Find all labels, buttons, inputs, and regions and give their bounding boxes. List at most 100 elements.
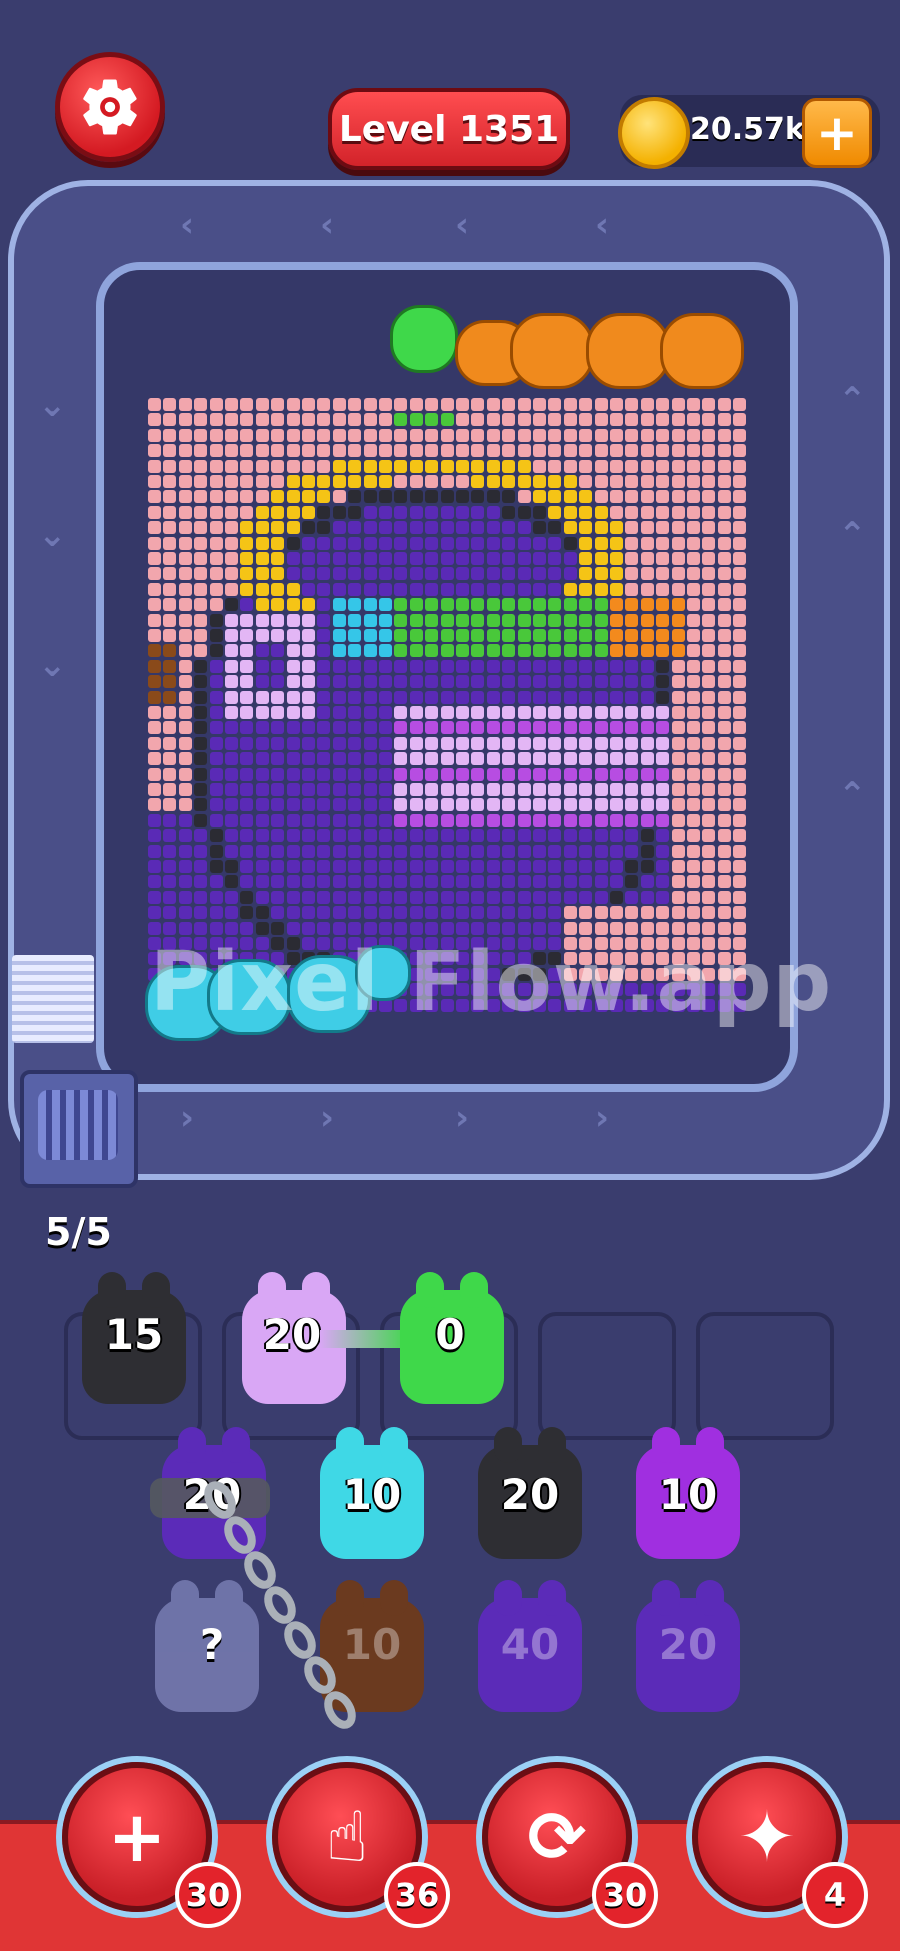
pixel-block [548, 521, 562, 535]
pixel-block [456, 536, 469, 550]
pixel-block [178, 659, 192, 673]
pixel-block [209, 706, 223, 719]
pixel-block [425, 752, 439, 766]
pixel-block [517, 906, 531, 920]
pixel-block [456, 798, 469, 812]
pixel-block [625, 875, 639, 889]
pixel-block [733, 398, 747, 411]
pixel-block [579, 721, 593, 735]
pixel-block [548, 536, 562, 550]
pixel-block [271, 644, 285, 658]
settings-button[interactable] [55, 52, 165, 162]
pixel-block [733, 567, 747, 581]
pixel-block [332, 505, 346, 519]
pixel-block [440, 798, 454, 812]
pixel-block [502, 459, 516, 473]
pixel-block [148, 783, 161, 796]
pixel-block [717, 629, 731, 642]
pixel-block [563, 783, 577, 796]
pixel-block [563, 736, 577, 750]
pixel-block [486, 844, 500, 858]
pixel-block [225, 629, 238, 642]
pixel-block [502, 521, 516, 535]
pixel-block [379, 813, 392, 827]
pixel-block [517, 890, 531, 904]
pixel-block [502, 398, 516, 411]
pixel-block [563, 536, 577, 550]
pixel-block [640, 813, 654, 827]
pixel-block [733, 613, 747, 627]
pixel-block [625, 567, 639, 581]
pixel-block [687, 567, 700, 581]
pixel-block [409, 860, 423, 873]
pixel-block [471, 613, 485, 627]
pixel-block [687, 721, 700, 735]
pixel-block [255, 413, 269, 427]
pixel-block [671, 567, 685, 581]
pixel-block [425, 490, 439, 504]
pixel-block [702, 690, 716, 704]
pixel-block [717, 829, 731, 843]
pixel-block [163, 767, 177, 781]
pixel-block [286, 813, 300, 827]
coin-count: 20.57k [690, 112, 805, 147]
pixel-block [702, 798, 716, 812]
pixel-block [486, 860, 500, 873]
pixel-block [240, 428, 254, 442]
pixel-block [178, 736, 192, 750]
pixel-block [702, 783, 716, 796]
pixel-block [271, 459, 285, 473]
pixel-block [394, 598, 408, 612]
pixel-block [194, 752, 208, 766]
pixel-block [317, 413, 331, 427]
shooter-ammo: 10 [658, 1470, 718, 1519]
pixel-block [440, 629, 454, 642]
pixel-block [563, 505, 577, 519]
gear-icon [83, 79, 137, 135]
pixel-block [271, 921, 285, 935]
pixel-block [548, 598, 562, 612]
pixel-block [425, 398, 439, 411]
pixel-block [178, 629, 192, 642]
pixel-block [178, 413, 192, 427]
pixel-block [533, 629, 546, 642]
pixel-block [255, 921, 269, 935]
add-coins-button[interactable]: + [802, 98, 872, 168]
pixel-block [425, 644, 439, 658]
pixel-block [733, 829, 747, 843]
pixel-block [440, 890, 454, 904]
queue-slot-4[interactable] [538, 1312, 676, 1440]
pixel-block [425, 459, 439, 473]
pixel-block [379, 906, 392, 920]
pixel-block [471, 536, 485, 550]
pixel-block [409, 567, 423, 581]
pixel-block [440, 844, 454, 858]
pixel-block [702, 706, 716, 719]
queue-slot-5[interactable] [696, 1312, 834, 1440]
pixel-block [656, 844, 670, 858]
pixel-block [209, 675, 223, 689]
pixel-block [302, 413, 315, 427]
pixel-block [194, 844, 208, 858]
pixel-block [594, 767, 608, 781]
pixel-block [286, 536, 300, 550]
pixel-block [563, 598, 577, 612]
pixel-block [332, 644, 346, 658]
pixel-block [409, 582, 423, 596]
pixel-block [656, 428, 670, 442]
pixel-block [440, 829, 454, 843]
pixel-block [517, 536, 531, 550]
pixel-block [209, 690, 223, 704]
pixel-block [332, 736, 346, 750]
pixel-block [579, 875, 593, 889]
pixel-block [440, 475, 454, 488]
pixel-block [563, 475, 577, 488]
pixel-block [363, 906, 377, 920]
pixel-block [610, 860, 623, 873]
pixel-block [363, 567, 377, 581]
pixel-block [502, 552, 516, 565]
pixel-block [409, 736, 423, 750]
pixel-block [533, 505, 546, 519]
pixel-block [548, 398, 562, 411]
shooter-ammo: 15 [104, 1310, 164, 1359]
